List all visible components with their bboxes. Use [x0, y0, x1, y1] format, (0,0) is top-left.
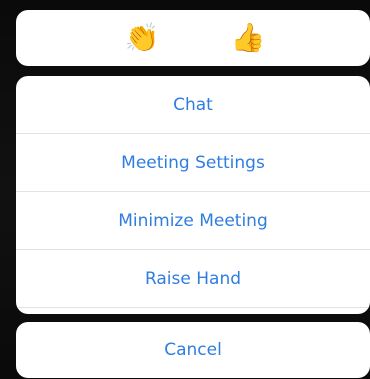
chat-button-label: Chat [173, 94, 213, 115]
menu-divider [16, 307, 370, 314]
chat-button[interactable]: Chat [16, 76, 370, 133]
cancel-button-label: Cancel [164, 340, 222, 360]
meeting-settings-button[interactable]: Meeting Settings [16, 133, 370, 191]
meeting-settings-button-label: Meeting Settings [121, 152, 265, 173]
cancel-button[interactable]: Cancel [16, 322, 370, 378]
clapping-hands-icon[interactable]: 👏 [125, 24, 160, 52]
minimize-meeting-button[interactable]: Minimize Meeting [16, 191, 370, 249]
raise-hand-button[interactable]: Raise Hand [16, 249, 370, 307]
action-sheet-menu: Chat Meeting Settings Minimize Meeting R… [16, 76, 370, 314]
thumbs-up-icon[interactable]: 👍 [231, 24, 266, 52]
minimize-meeting-button-label: Minimize Meeting [118, 210, 268, 231]
reaction-bar: 👏 👍 [16, 10, 370, 66]
raise-hand-button-label: Raise Hand [144, 268, 242, 289]
